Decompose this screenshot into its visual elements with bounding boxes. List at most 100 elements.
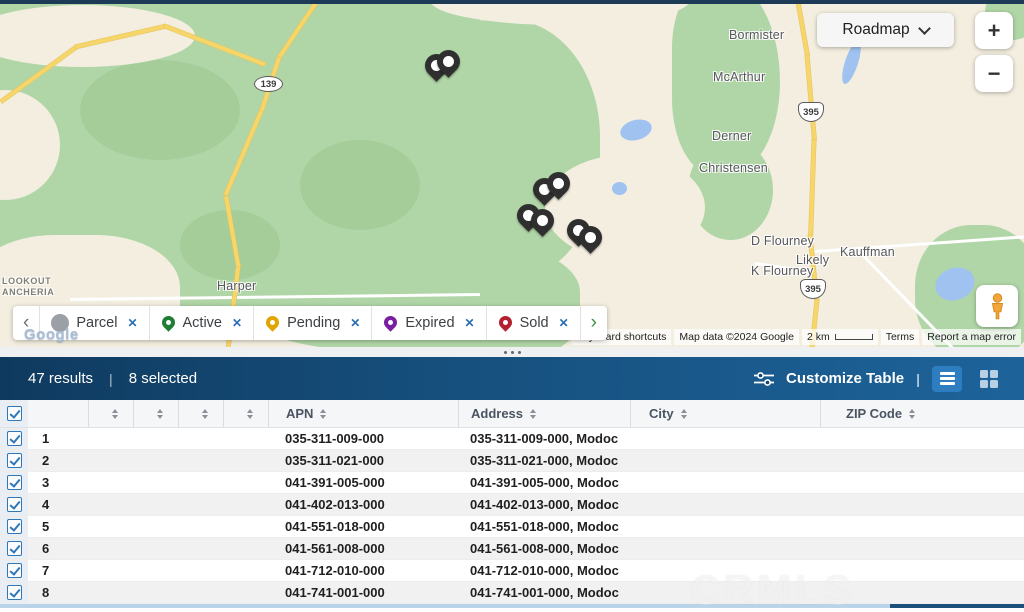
zip-cell [820, 450, 1024, 471]
apn-cell: 035-311-009-000 [268, 428, 458, 449]
address-cell: 035-311-021-000, Modoc [458, 450, 630, 471]
zoom-in-button[interactable]: + [975, 12, 1013, 49]
map-highway-395 [795, 0, 809, 56]
window-top-edge [0, 0, 1024, 4]
row-checkbox[interactable] [7, 585, 22, 600]
map-highway-395 [805, 55, 816, 140]
horizontal-scrollbar[interactable] [0, 604, 1024, 608]
table-row[interactable]: 1 035-311-009-000 035-311-009-000, Modoc [0, 428, 1024, 450]
separator: | [916, 371, 920, 387]
map-label-mcarthur: McArthur [713, 70, 765, 84]
close-icon[interactable]: ✕ [559, 316, 569, 330]
row-checkbox[interactable] [7, 431, 22, 446]
table-row[interactable]: 5 041-551-018-000 041-551-018-000, Modoc [0, 516, 1024, 538]
list-view-icon [940, 372, 955, 385]
sort-icon[interactable] [530, 409, 536, 419]
expired-pin-icon [383, 315, 398, 332]
active-pin-icon [161, 315, 176, 332]
separator: | [109, 371, 113, 387]
apn-cell: 041-741-001-000 [268, 582, 458, 603]
chips-next-button[interactable]: › [580, 306, 607, 340]
route-shield-395: 395 [798, 102, 824, 122]
apn-cell: 041-551-018-000 [268, 516, 458, 537]
city-column-header[interactable]: City [630, 400, 820, 427]
sort-icon[interactable] [320, 409, 326, 419]
city-cell [630, 428, 820, 449]
map-label-bormister: Bormister [729, 28, 784, 42]
sort-column-1[interactable] [88, 400, 133, 427]
city-cell [630, 472, 820, 493]
city-cell [630, 582, 820, 603]
address-cell: 035-311-009-000, Modoc [458, 428, 630, 449]
row-checkbox[interactable] [7, 519, 22, 534]
row-checkbox[interactable] [7, 475, 22, 490]
zip-cell [820, 538, 1024, 559]
map-type-label: Roadmap [842, 21, 909, 39]
scrollbar-thumb[interactable] [890, 604, 1024, 608]
map-terrain-beige [545, 155, 705, 260]
route-shield-395: 395 [800, 279, 826, 299]
close-icon[interactable]: ✕ [465, 316, 475, 330]
close-icon[interactable]: ✕ [350, 316, 360, 330]
row-checkbox[interactable] [7, 497, 22, 512]
sort-column-3[interactable] [178, 400, 223, 427]
table-header: APN Address City ZIP Code [0, 400, 1024, 428]
sort-icon[interactable] [681, 409, 687, 419]
map-canvas[interactable]: 139 395 395 Bormister McArthur Derner Ch… [0, 0, 1024, 347]
zip-column-header[interactable]: ZIP Code [820, 400, 1024, 427]
results-count: 47 results [28, 370, 93, 387]
sort-icon[interactable] [247, 409, 253, 419]
address-cell: 041-551-018-000, Modoc [458, 516, 630, 537]
row-checkbox[interactable] [7, 453, 22, 468]
address-cell: 041-712-010-000, Modoc [458, 560, 630, 581]
city-cell [630, 560, 820, 581]
row-checkbox[interactable] [7, 541, 22, 556]
table-row[interactable]: 8 041-741-001-000 041-741-001-000, Modoc [0, 582, 1024, 604]
table-row[interactable]: 6 041-561-008-000 041-561-008-000, Modoc [0, 538, 1024, 560]
map-lake [612, 182, 627, 195]
map-label-k-flourney: K Flourney [751, 264, 813, 278]
scale-bar [835, 334, 873, 340]
map-label-lookout-rancheria: LOOKOUT ANCHERIA [2, 276, 54, 298]
map-label-christensen: Christensen [699, 161, 768, 175]
sort-icon[interactable] [157, 409, 163, 419]
select-all-checkbox[interactable] [7, 406, 22, 421]
sort-icon[interactable] [909, 409, 915, 419]
sort-icon[interactable] [112, 409, 118, 419]
pegman-streetview-button[interactable] [976, 285, 1018, 327]
filter-chip-sold[interactable]: Sold ✕ [486, 306, 580, 340]
zip-cell [820, 494, 1024, 515]
panel-resize-handle[interactable] [0, 347, 1024, 357]
grid-view-button[interactable] [974, 366, 1004, 392]
close-icon[interactable]: ✕ [232, 316, 242, 330]
customize-table-button[interactable]: Customize Table [786, 370, 904, 387]
app-root: 139 395 395 Bormister McArthur Derner Ch… [0, 0, 1024, 612]
table-row[interactable]: 2 035-311-021-000 035-311-021-000, Modoc [0, 450, 1024, 472]
city-cell [630, 450, 820, 471]
apn-column-header[interactable]: APN [268, 400, 458, 427]
report-map-error-link[interactable]: Report a map error [922, 329, 1021, 345]
selected-count: 8 selected [129, 370, 197, 387]
table-row[interactable]: 3 041-391-005-000 041-391-005-000, Modoc [0, 472, 1024, 494]
terms-link[interactable]: Terms [881, 329, 920, 345]
map-type-button[interactable]: Roadmap [817, 13, 954, 47]
apn-cell: 041-561-008-000 [268, 538, 458, 559]
sold-pin-icon [498, 315, 513, 332]
table-row[interactable]: 4 041-402-013-000 041-402-013-000, Modoc [0, 494, 1024, 516]
list-view-button[interactable] [932, 366, 962, 392]
filter-chip-active[interactable]: Active ✕ [149, 306, 254, 340]
sort-column-4[interactable] [223, 400, 268, 427]
filter-chip-pending[interactable]: Pending ✕ [253, 306, 371, 340]
sort-column-2[interactable] [133, 400, 178, 427]
zoom-out-button[interactable]: − [975, 55, 1013, 92]
address-column-header[interactable]: Address [458, 400, 630, 427]
row-checkbox[interactable] [7, 563, 22, 578]
sort-icon[interactable] [202, 409, 208, 419]
map-attribution: Keyboard shortcuts Map data ©2024 Google… [571, 329, 1021, 345]
close-icon[interactable]: ✕ [127, 316, 137, 330]
filter-chip-expired[interactable]: Expired ✕ [371, 306, 485, 340]
apn-cell: 035-311-021-000 [268, 450, 458, 471]
pegman-icon [988, 293, 1007, 320]
city-cell [630, 538, 820, 559]
table-row[interactable]: 7 041-712-010-000 041-712-010-000, Modoc [0, 560, 1024, 582]
